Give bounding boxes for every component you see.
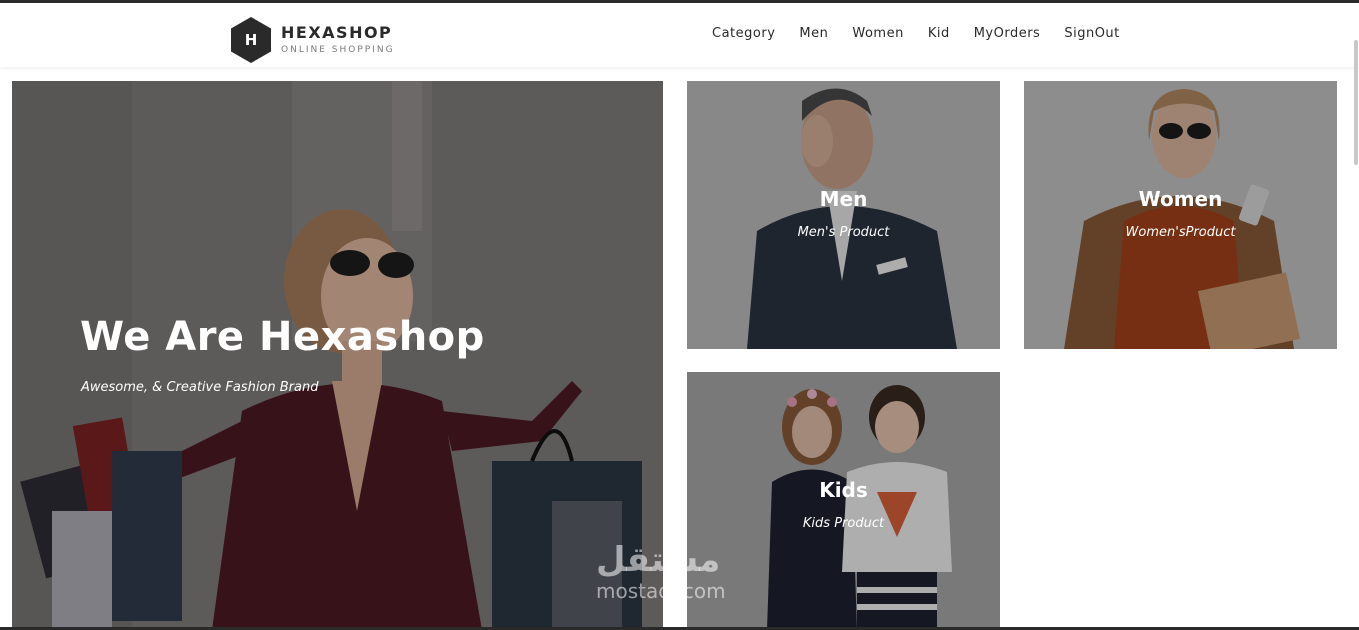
category-card-kids[interactable]: Kids Kids Product [687,372,1000,630]
kids-card-title: Kids [819,478,868,502]
page-scrollbar[interactable] [1354,40,1358,165]
hero-banner[interactable]: We Are Hexashop Awesome, & Creative Fash… [12,81,663,630]
nav-sign-out[interactable]: SignOut [1064,26,1119,41]
category-card-men[interactable]: Men Men's Product [687,81,1000,349]
watermark-latin: mostaql.com [596,579,726,603]
hero-subtitle: Awesome, & Creative Fashion Brand [81,380,319,395]
men-card-subtitle: Men's Product [797,225,890,240]
nav-women[interactable]: Women [852,26,903,41]
women-card-subtitle: Women'sProduct [1125,225,1236,240]
kids-card-subtitle: Kids Product [802,516,885,531]
logo-letter: H [244,31,258,49]
watermark-arabic: مستقل [596,540,721,580]
women-card-title: Women [1138,187,1223,211]
hero-title: We Are Hexashop [80,314,485,360]
women-card-overlay [1024,81,1337,349]
nav-men[interactable]: Men [799,26,828,41]
men-card-title: Men [819,187,868,211]
mostaql-watermark: مستقل mostaql.com [596,540,726,602]
men-card-overlay [687,81,1000,349]
brand-name: HEXASHOP [281,23,393,42]
main-nav: Category Men Women Kid MyOrders SignOut [712,26,1144,41]
site-logo[interactable]: H HEXASHOP ONLINE SHOPPING [230,16,395,64]
nav-category[interactable]: Category [712,26,775,41]
hexagon-logo-icon: H [230,16,272,64]
site-header: H HEXASHOP ONLINE SHOPPING Category Men … [0,3,1359,67]
nav-kid[interactable]: Kid [928,26,950,41]
nav-my-orders[interactable]: MyOrders [974,26,1041,41]
category-card-women[interactable]: Women Women'sProduct [1024,81,1337,349]
brand-tagline: ONLINE SHOPPING [281,45,395,55]
